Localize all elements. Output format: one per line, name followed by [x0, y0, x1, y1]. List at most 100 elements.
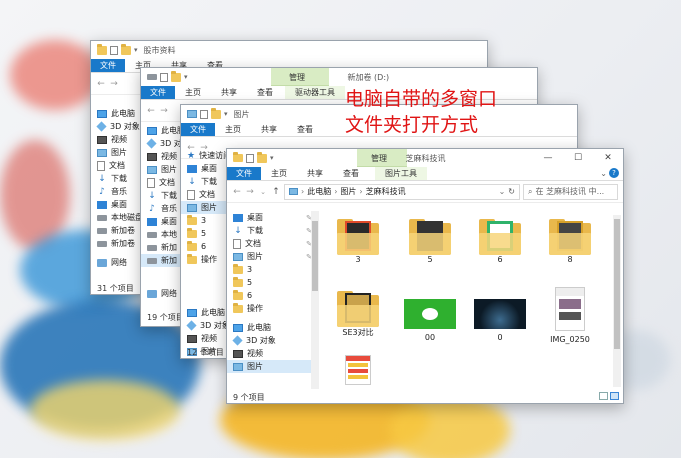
tab-home[interactable]: 主页: [175, 86, 211, 99]
tab-file[interactable]: 文件: [227, 167, 261, 180]
folder-icon: [479, 219, 521, 255]
drive-icon: [147, 74, 157, 80]
tab-share[interactable]: 共享: [297, 167, 333, 180]
drive-icon: [147, 231, 157, 238]
tab-view[interactable]: 查看: [333, 167, 369, 180]
tab-view[interactable]: 查看: [287, 123, 323, 136]
close-icon[interactable]: ✕: [593, 149, 623, 167]
new-folder-icon[interactable]: [211, 107, 221, 119]
chevron-down-icon[interactable]: ▾: [184, 73, 188, 81]
details-view-icon[interactable]: [599, 392, 608, 400]
nav-item[interactable]: 图片: [227, 360, 316, 373]
refresh-icon[interactable]: ↻: [508, 187, 515, 196]
large-icons-view-icon[interactable]: [610, 392, 619, 400]
desktop-icon: [187, 164, 197, 173]
minimize-icon[interactable]: —: [533, 149, 563, 167]
window-2-titlebar[interactable]: ▾ 新加卷 (D:): [141, 68, 537, 86]
window-title: 芝麻科技讯: [405, 153, 446, 163]
folder-item-6[interactable]: 6: [465, 219, 535, 264]
pictures-icon: [147, 165, 157, 174]
tab-file[interactable]: 文件: [91, 59, 125, 72]
nav-item[interactable]: 3D 对象: [227, 334, 316, 347]
new-folder-icon[interactable]: [257, 151, 267, 163]
search-input[interactable]: ⌕ 在 芝麻科技讯 中...: [523, 183, 618, 200]
tab-drive-tools[interactable]: 驱动器工具: [285, 86, 345, 99]
nav-item[interactable]: 此电脑: [227, 321, 316, 334]
forward-arrow-icon[interactable]: →: [109, 79, 119, 89]
new-folder-icon[interactable]: [171, 70, 181, 82]
drive-icon: [147, 244, 157, 251]
chevron-down-icon[interactable]: ⌄: [499, 187, 506, 196]
maximize-icon[interactable]: ☐: [563, 149, 593, 167]
window-1-titlebar[interactable]: ▾ 股市资料: [91, 41, 487, 59]
desktop-icon: [233, 213, 243, 222]
address-bar[interactable]: › 此电脑 › 图片 › 芝麻科技讯 ⌄ ↻: [284, 183, 520, 200]
content-scrollbar[interactable]: [613, 215, 621, 387]
properties-icon[interactable]: [246, 153, 254, 163]
breadcrumb-item[interactable]: 图片: [340, 186, 356, 197]
download-icon: ↓: [148, 190, 156, 201]
folder-icon: [187, 240, 197, 251]
image-thumbnail: [474, 299, 526, 329]
tab-view[interactable]: 查看: [247, 86, 283, 99]
folder-item-3[interactable]: 3: [323, 219, 393, 264]
nav-item[interactable]: 6: [227, 289, 316, 302]
nav-item[interactable]: 操作: [227, 302, 316, 315]
breadcrumb-item[interactable]: 此电脑: [307, 186, 331, 197]
computer-icon: [233, 323, 243, 332]
nav-item[interactable]: 桌面 ✎: [227, 211, 316, 224]
new-folder-icon[interactable]: [121, 43, 131, 55]
pictures-icon: [233, 362, 243, 371]
chevron-down-icon[interactable]: ⌄: [258, 188, 268, 196]
forward-arrow-icon[interactable]: →: [159, 106, 169, 116]
folder-item-5[interactable]: 5: [395, 219, 465, 264]
back-arrow-icon[interactable]: ←: [232, 187, 242, 197]
properties-icon[interactable]: [110, 45, 118, 55]
nav-item[interactable]: 图片 ✎: [227, 250, 316, 263]
back-arrow-icon[interactable]: ←: [96, 79, 106, 89]
navigation-pane: 桌面 ✎ ↓ 下载 ✎ 文档 ✎ 图片 ✎ 3 5 6 操作 此电脑 3D 对象 视频 图…: [227, 211, 317, 373]
3d-objects-icon: [186, 320, 197, 331]
image-item-0[interactable]: 0: [465, 299, 535, 342]
tab-share[interactable]: 共享: [211, 86, 247, 99]
properties-icon[interactable]: [160, 72, 168, 82]
file-grid: 3 5 6 8 SE3对比 00 0 IMG_0250: [323, 215, 613, 385]
image-item-img0250[interactable]: IMG_0250: [535, 287, 605, 344]
forward-arrow-icon[interactable]: →: [245, 187, 255, 197]
chevron-down-icon[interactable]: ▾: [134, 46, 138, 54]
explorer-window-4[interactable]: 管理 ▾ 芝麻科技讯 — ☐ ✕ 文件 主页 共享 查看 图片工具 ⌄ ? ← …: [226, 148, 624, 404]
music-icon: ♪: [99, 186, 105, 197]
chevron-down-icon[interactable]: ▾: [224, 110, 228, 118]
nav-item[interactable]: 视频: [227, 347, 316, 360]
back-arrow-icon[interactable]: ←: [146, 106, 156, 116]
tab-file[interactable]: 文件: [181, 123, 215, 136]
image-item-00[interactable]: 00: [395, 299, 465, 342]
tab-picture-tools[interactable]: 图片工具: [375, 167, 427, 180]
video-icon: [97, 135, 107, 144]
folder-item-se3[interactable]: SE3对比: [323, 291, 393, 338]
nav-pane-scrollbar[interactable]: [311, 211, 319, 389]
tab-share[interactable]: 共享: [251, 123, 287, 136]
tab-file[interactable]: 文件: [141, 86, 175, 99]
download-icon: ↓: [98, 173, 106, 184]
nav-item[interactable]: 5: [227, 276, 316, 289]
navigation-bar: ← → ⌄ ↑ › 此电脑 › 图片 › 芝麻科技讯 ⌄ ↻ ⌕ 在 芝麻科技讯…: [227, 181, 623, 203]
window-4-titlebar[interactable]: ▾ 芝麻科技讯 — ☐ ✕: [227, 149, 623, 167]
download-icon: ↓: [188, 176, 196, 187]
up-arrow-icon[interactable]: ↑: [271, 187, 281, 197]
tab-home[interactable]: 主页: [261, 167, 297, 180]
breadcrumb-item[interactable]: 芝麻科技讯: [366, 186, 406, 197]
chevron-down-icon[interactable]: ▾: [270, 154, 274, 162]
tab-home[interactable]: 主页: [215, 123, 251, 136]
chevron-down-icon[interactable]: ⌄: [600, 169, 607, 178]
image-item-9[interactable]: [323, 355, 393, 389]
nav-item[interactable]: ↓ 下载 ✎: [227, 224, 316, 237]
help-icon[interactable]: ?: [609, 168, 619, 178]
drive-icon: [97, 227, 107, 234]
image-thumbnail: [555, 287, 585, 331]
properties-icon[interactable]: [200, 109, 208, 119]
nav-item[interactable]: 3: [227, 263, 316, 276]
folder-item-8[interactable]: 8: [535, 219, 605, 264]
nav-item[interactable]: 文档 ✎: [227, 237, 316, 250]
drive-icon: [97, 240, 107, 247]
